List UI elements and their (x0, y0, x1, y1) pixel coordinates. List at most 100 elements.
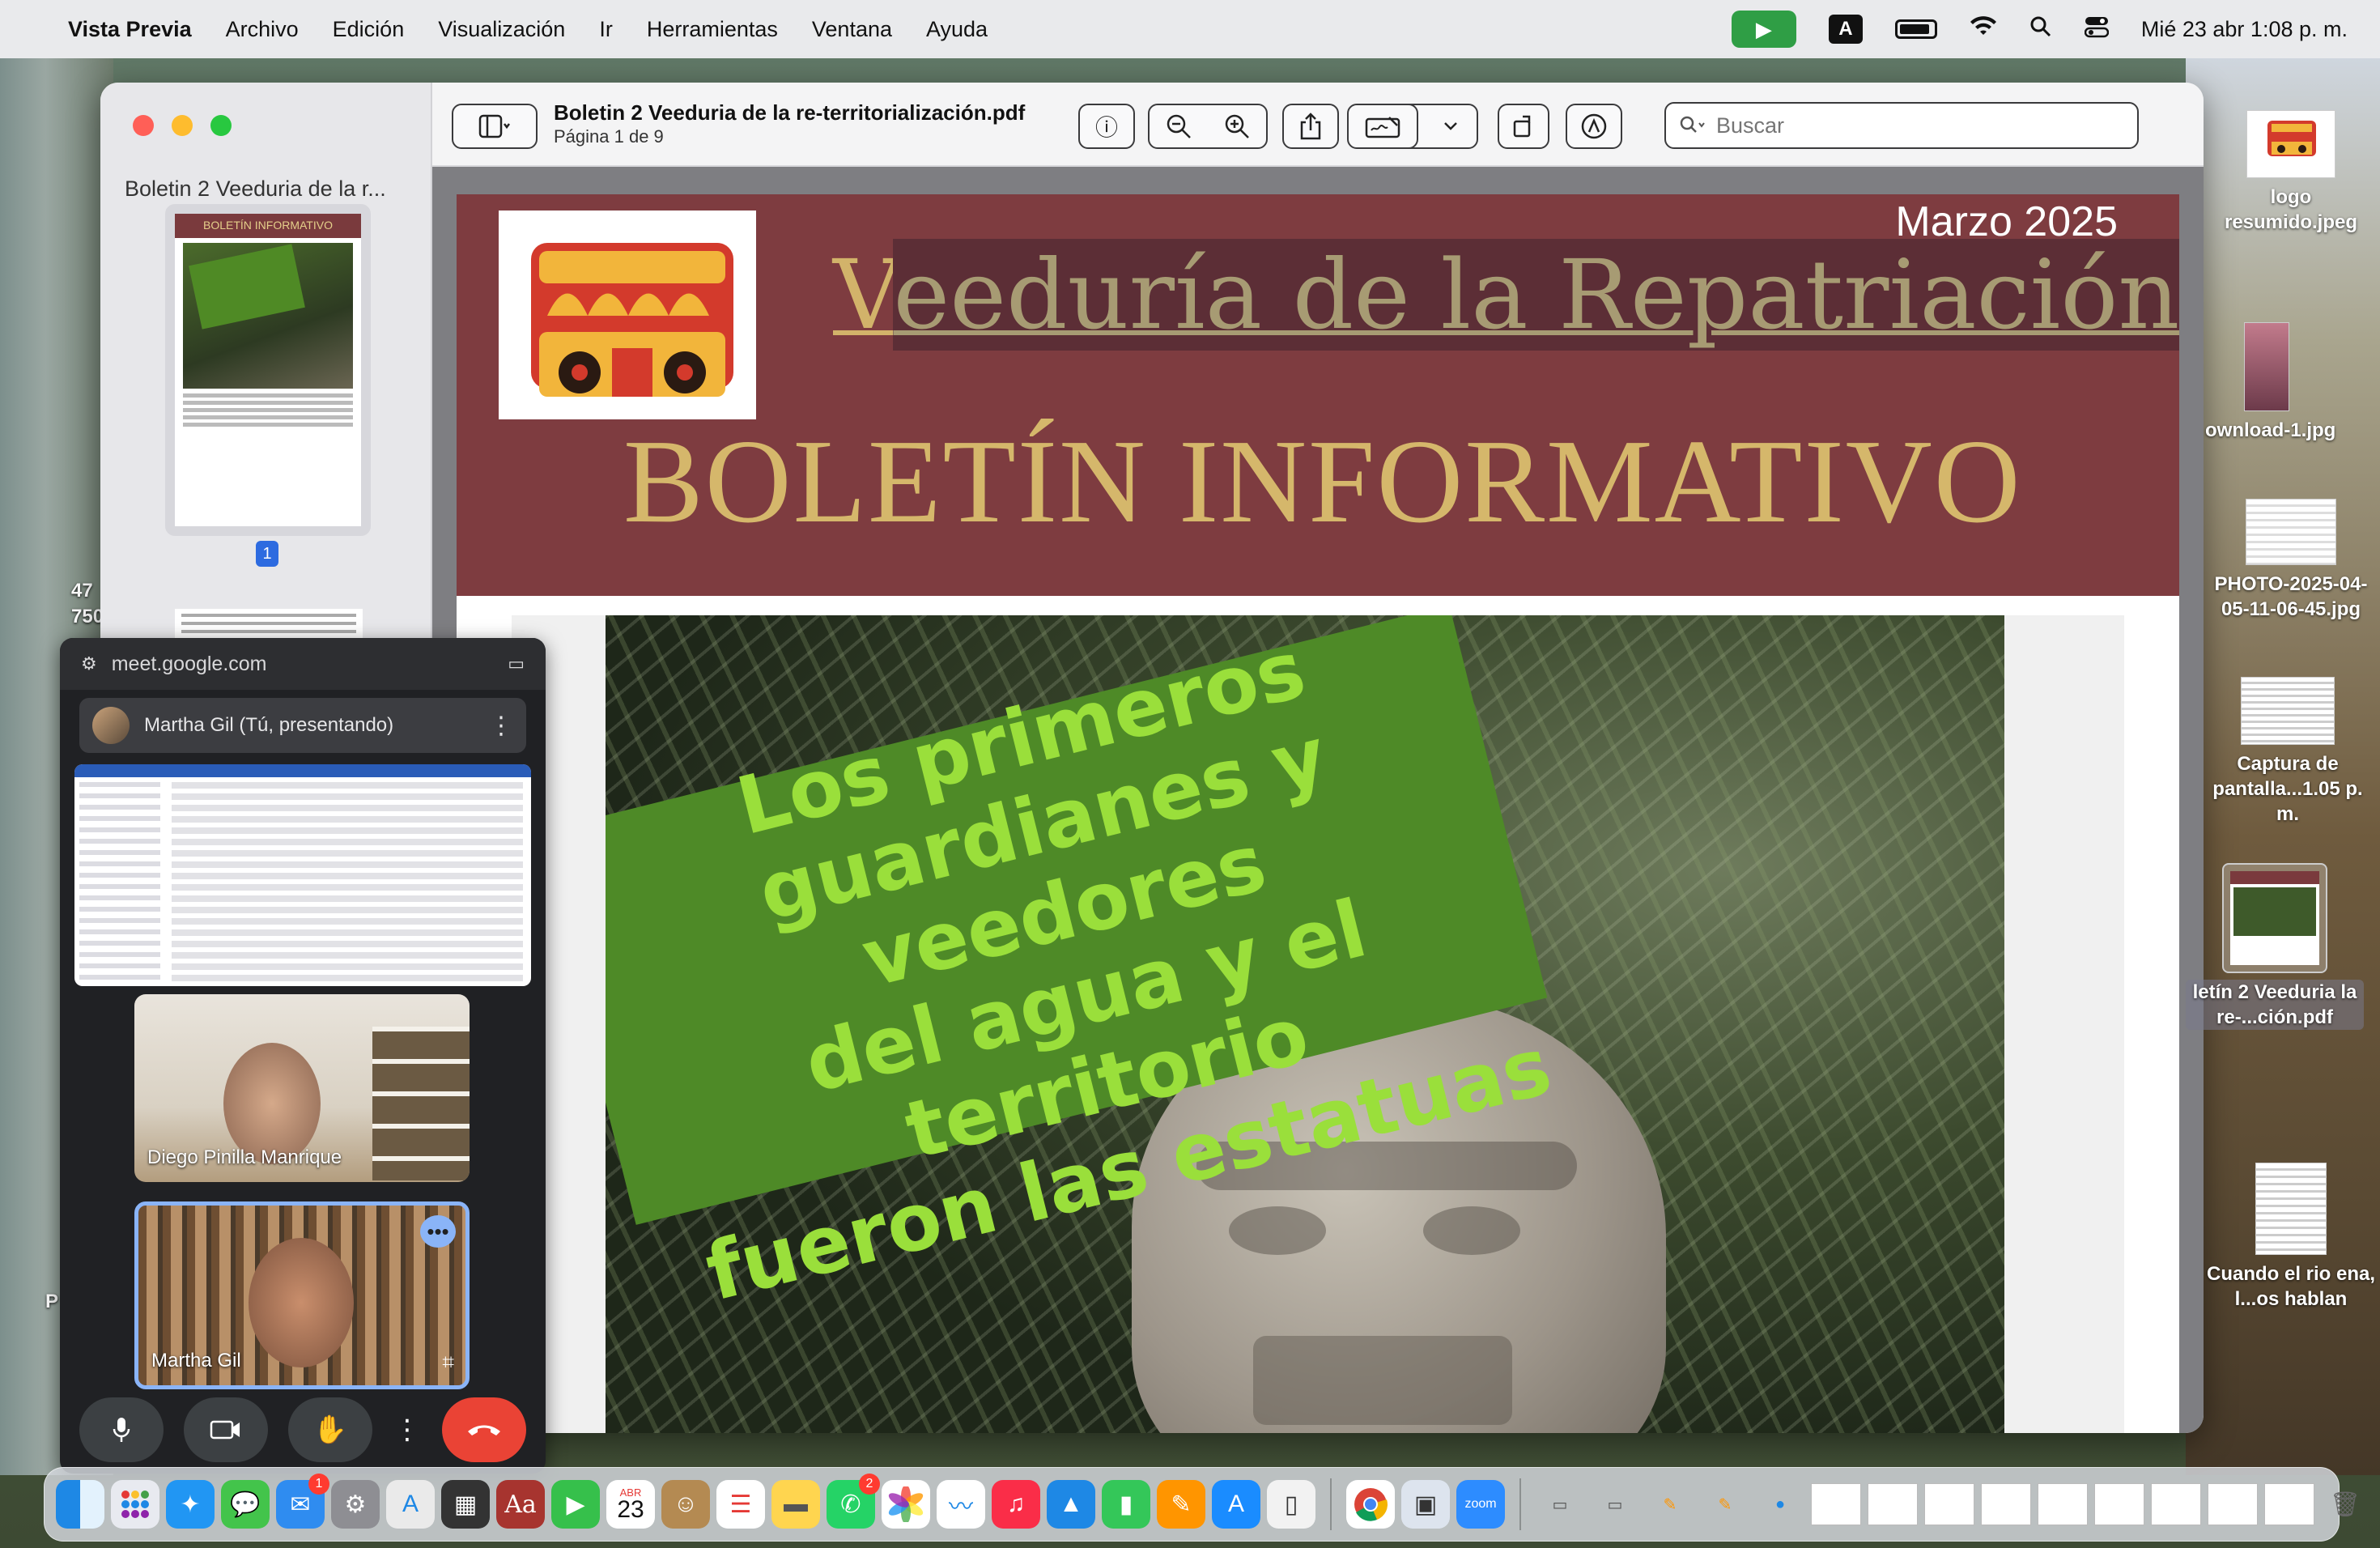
whatsapp-icon[interactable]: ✆ 2 (827, 1474, 880, 1529)
close-window-button[interactable] (133, 115, 154, 136)
info-button[interactable]: ⓘ (1078, 104, 1135, 149)
minimized-window-thumbnail[interactable] (2264, 1483, 2314, 1525)
minimized-window-icon[interactable]: ✎ (1701, 1480, 1749, 1529)
more-options-icon[interactable]: ••• (420, 1215, 456, 1248)
minimized-window-icon[interactable]: ▭ (1591, 1480, 1639, 1529)
pages-icon[interactable]: ✎ (1157, 1480, 1205, 1529)
input-source-icon[interactable]: A (1828, 15, 1863, 44)
trash-icon[interactable]: 🗑 (2321, 1480, 2369, 1529)
zoom-controls[interactable] (1148, 104, 1268, 149)
more-options-button[interactable]: ⋮ (393, 1397, 422, 1462)
microphone-button[interactable] (79, 1397, 164, 1462)
partial-desktop-label[interactable]: P (45, 1291, 58, 1313)
minimized-window-thumbnail[interactable] (1868, 1483, 1918, 1525)
preview-app-icon[interactable]: ▣ (1401, 1480, 1450, 1529)
minimized-window-thumbnail[interactable] (2038, 1483, 2088, 1525)
form-fill-button[interactable] (1347, 104, 1418, 149)
zoom-icon[interactable]: zoom (1456, 1480, 1505, 1529)
rotate-button[interactable] (1498, 104, 1549, 149)
menu-ayuda[interactable]: Ayuda (926, 17, 988, 42)
raise-hand-button[interactable]: ✋ (288, 1397, 372, 1462)
minimized-window-icon[interactable]: ● (1756, 1480, 1804, 1529)
menu-visualizacion[interactable]: Visualización (438, 17, 565, 42)
photos-icon[interactable] (882, 1480, 930, 1529)
zoom-out-icon[interactable] (1165, 113, 1192, 140)
camera-button[interactable] (184, 1397, 268, 1462)
reminders-icon[interactable]: ☰ (716, 1480, 765, 1529)
minimized-window-thumbnail[interactable] (2094, 1483, 2144, 1525)
presenting-bar[interactable]: Martha Gil (Tú, presentando) ⋮ (79, 698, 526, 753)
desktop-file-icon[interactable]: PHOTO-2025-04-05-11-06-45.jpg (2202, 499, 2380, 622)
notes-icon[interactable]: ▬ (771, 1480, 820, 1529)
calendar-icon[interactable]: ABR 23 (606, 1480, 655, 1529)
minimized-window-thumbnail[interactable] (1924, 1483, 1974, 1525)
app-store-icon[interactable]: A (1212, 1480, 1260, 1529)
menu-archivo[interactable]: Archivo (226, 17, 299, 42)
font-book-icon[interactable]: A (386, 1480, 435, 1529)
participant-tile[interactable]: Diego Pinilla Manrique (134, 994, 470, 1182)
menu-app-name[interactable]: Vista Previa (68, 17, 192, 42)
sidebar-toggle-button[interactable] (452, 104, 538, 149)
search-field[interactable] (1664, 102, 2139, 149)
numbers-icon[interactable]: ▮ (1102, 1480, 1150, 1529)
contacts-icon[interactable]: ☺ (661, 1480, 710, 1529)
image-file-icon (2246, 499, 2336, 565)
more-options-icon[interactable]: ⋮ (489, 712, 513, 740)
control-center-icon[interactable] (2084, 15, 2110, 44)
heading-selected-text[interactable]: eeduría de la Repatriación (893, 239, 2179, 351)
minimized-window-thumbnail[interactable] (2208, 1483, 2258, 1525)
site-settings-icon[interactable]: ⚙ (81, 653, 97, 674)
desktop-file-icon[interactable]: Cuando el rio ena, l...os hablan (2202, 1163, 2380, 1312)
wifi-icon[interactable] (1970, 15, 1997, 43)
meet-window[interactable]: ⚙ meet.google.com ▭ Martha Gil (Tú, pres… (60, 638, 546, 1474)
participant-tile-self[interactable]: ••• Martha Gil ⌗ (134, 1201, 470, 1389)
desktop-file-icon[interactable]: logo resumido.jpeg (2202, 110, 2380, 235)
minimized-window-thumbnail[interactable] (1981, 1483, 2031, 1525)
messages-icon[interactable]: 💬 (221, 1480, 270, 1529)
desktop-file-icon-selected[interactable]: letín 2 Veeduria la re-...ción.pdf (2186, 863, 2364, 1031)
zoom-window-button[interactable] (210, 115, 232, 136)
markup-button[interactable] (1566, 104, 1622, 149)
search-icon[interactable] (2029, 15, 2052, 44)
document-viewport[interactable]: Marzo 2025 Veeduría de la Repatriación B… (432, 167, 2204, 1433)
leave-call-button[interactable] (442, 1397, 526, 1462)
keynote-icon[interactable]: ▲ (1047, 1480, 1095, 1529)
partial-desktop-label[interactable]: 47 (71, 580, 93, 602)
menu-herramientas[interactable]: Herramientas (647, 17, 778, 42)
desktop-file-icon[interactable]: Captura de pantalla...1.05 p. m. (2199, 677, 2377, 827)
minimized-window-thumbnail[interactable] (2151, 1483, 2201, 1525)
minimized-window-thumbnail[interactable] (1811, 1483, 1861, 1525)
camera-in-use-icon[interactable]: ▶ (1731, 11, 1796, 48)
facetime-icon[interactable]: ▶ (551, 1480, 600, 1529)
crop-icon[interactable]: ⌗ (442, 1350, 454, 1376)
menu-ir[interactable]: Ir (599, 17, 613, 42)
iphone-mirroring-icon[interactable]: ▯ (1267, 1480, 1315, 1529)
launchpad-icon[interactable] (111, 1480, 159, 1529)
partial-desktop-label[interactable]: 750 (71, 606, 104, 628)
music-icon[interactable]: ♫ (992, 1480, 1040, 1529)
pdf-page[interactable]: Marzo 2025 Veeduría de la Repatriación B… (457, 194, 2179, 1433)
search-input[interactable] (1716, 113, 2105, 138)
safari-icon[interactable]: ✦ (166, 1480, 215, 1529)
chrome-icon[interactable] (1346, 1480, 1395, 1529)
minimized-window-icon[interactable]: ✎ (1646, 1480, 1694, 1529)
menu-ventana[interactable]: Ventana (812, 17, 892, 42)
menu-edicion[interactable]: Edición (333, 17, 405, 42)
mail-icon[interactable]: ✉ 1 (276, 1474, 329, 1529)
freeform-icon[interactable]: 〰 (937, 1480, 985, 1529)
share-button[interactable] (1282, 104, 1339, 149)
minimized-window-icon[interactable]: ▭ (1536, 1480, 1584, 1529)
dictionary-icon[interactable]: Aa (496, 1480, 545, 1529)
minimize-window-button[interactable] (172, 115, 193, 136)
battery-icon[interactable] (1894, 19, 1937, 39)
return-to-tab-icon[interactable]: ▭ (508, 653, 525, 674)
finder-icon[interactable] (56, 1480, 104, 1529)
clock[interactable]: Mié 23 abr 1:08 p. m. (2141, 17, 2348, 42)
desktop-file-icon[interactable]: ownload-1.jpg (2178, 322, 2356, 443)
system-settings-icon[interactable]: ⚙ (331, 1480, 380, 1529)
page-thumbnail-1[interactable]: BOLETÍN INFORMATIVO (165, 204, 371, 536)
zoom-in-icon[interactable] (1223, 113, 1251, 140)
chevron-down-icon[interactable] (1443, 121, 1458, 131)
meet-url-bar[interactable]: ⚙ meet.google.com ▭ (60, 638, 546, 690)
calculator-icon[interactable]: ▦ (441, 1480, 490, 1529)
